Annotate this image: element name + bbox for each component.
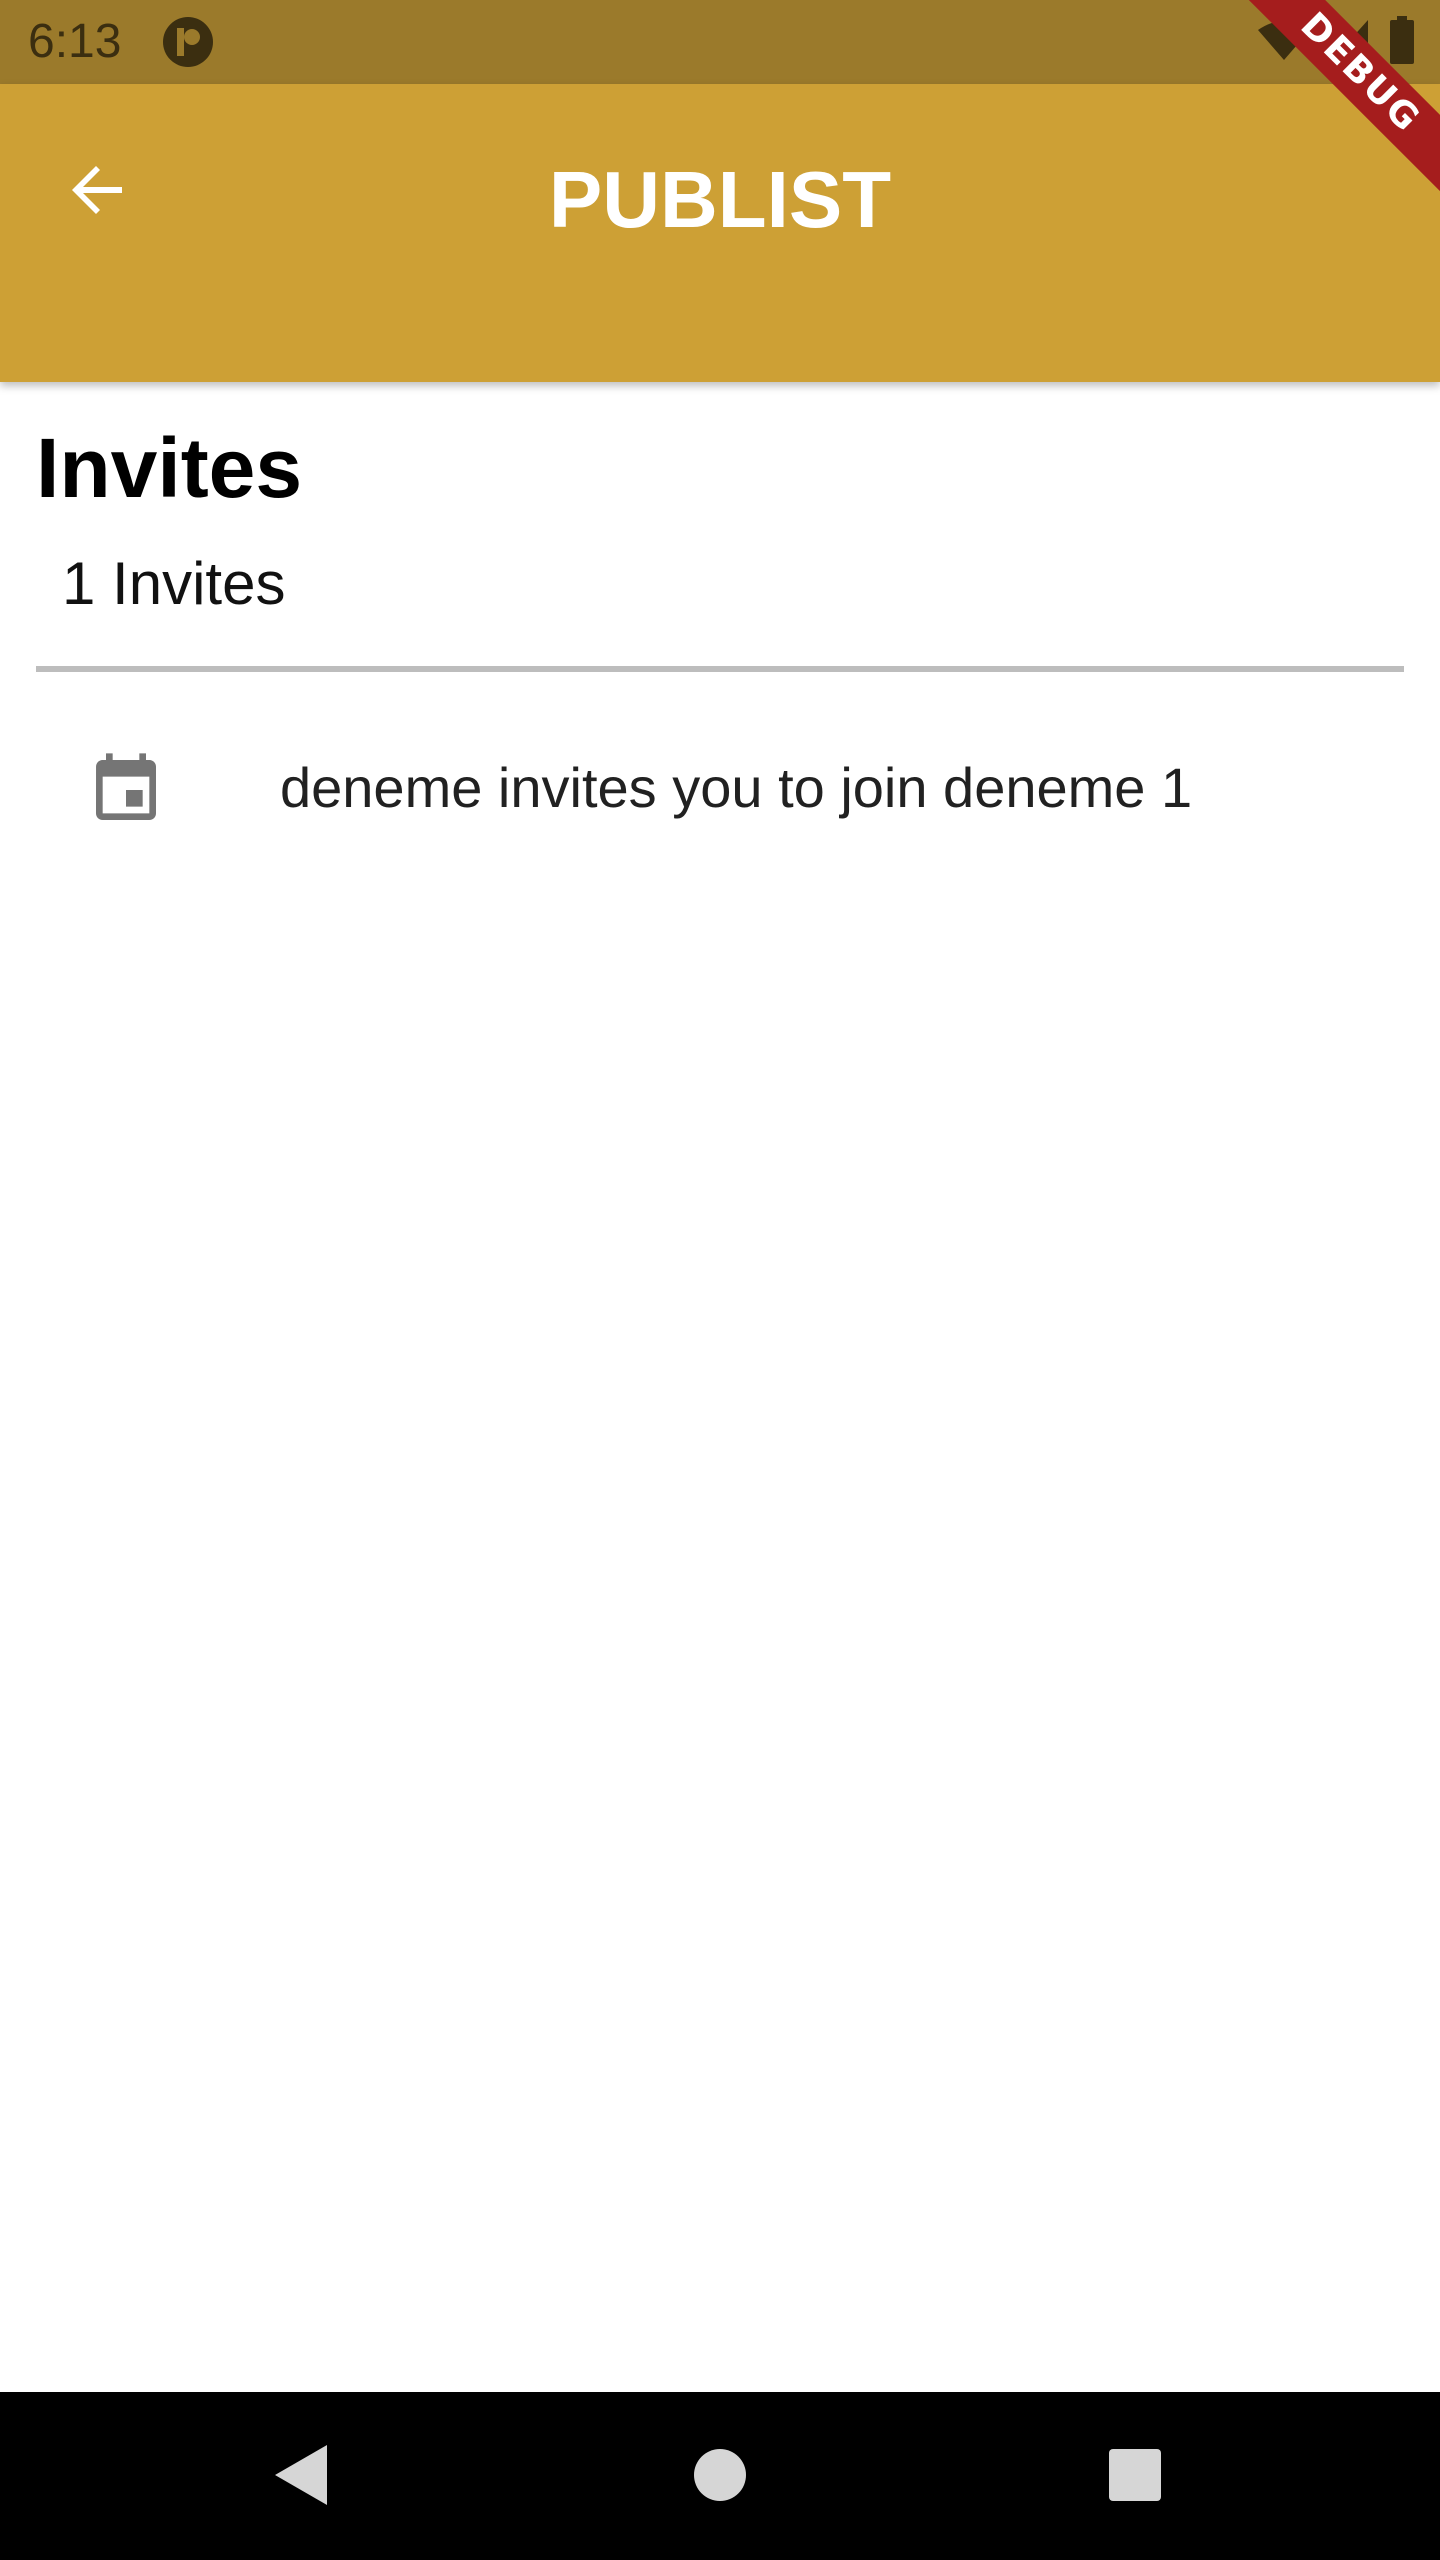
back-triangle-icon [271, 2443, 331, 2512]
app-title: PUBLIST [548, 155, 892, 244]
app-notification-icon [162, 16, 214, 68]
divider [36, 666, 1404, 672]
home-circle-icon [692, 2447, 748, 2508]
battery-icon [1388, 15, 1416, 69]
wifi-icon [1256, 18, 1312, 67]
invite-count: 1 Invites [62, 550, 286, 617]
status-icons [1256, 15, 1416, 69]
status-time: 6:13 [28, 15, 122, 68]
invite-text: deneme invites you to join deneme 1 [280, 756, 1193, 819]
recents-square-icon [1107, 2447, 1163, 2508]
signal-icon [1330, 18, 1370, 67]
page-title: Invites [36, 421, 303, 515]
nav-home-button[interactable] [675, 2432, 765, 2522]
system-nav-bar [0, 2392, 1440, 2560]
list-item[interactable]: deneme invites you to join deneme 1 [36, 720, 1404, 860]
app-bar: PUBLIST [0, 84, 1440, 382]
status-bar: 6:13 [0, 0, 1440, 84]
calendar-event-icon [86, 750, 166, 830]
nav-back-button[interactable] [256, 2432, 346, 2522]
nav-recents-button[interactable] [1090, 2432, 1180, 2522]
